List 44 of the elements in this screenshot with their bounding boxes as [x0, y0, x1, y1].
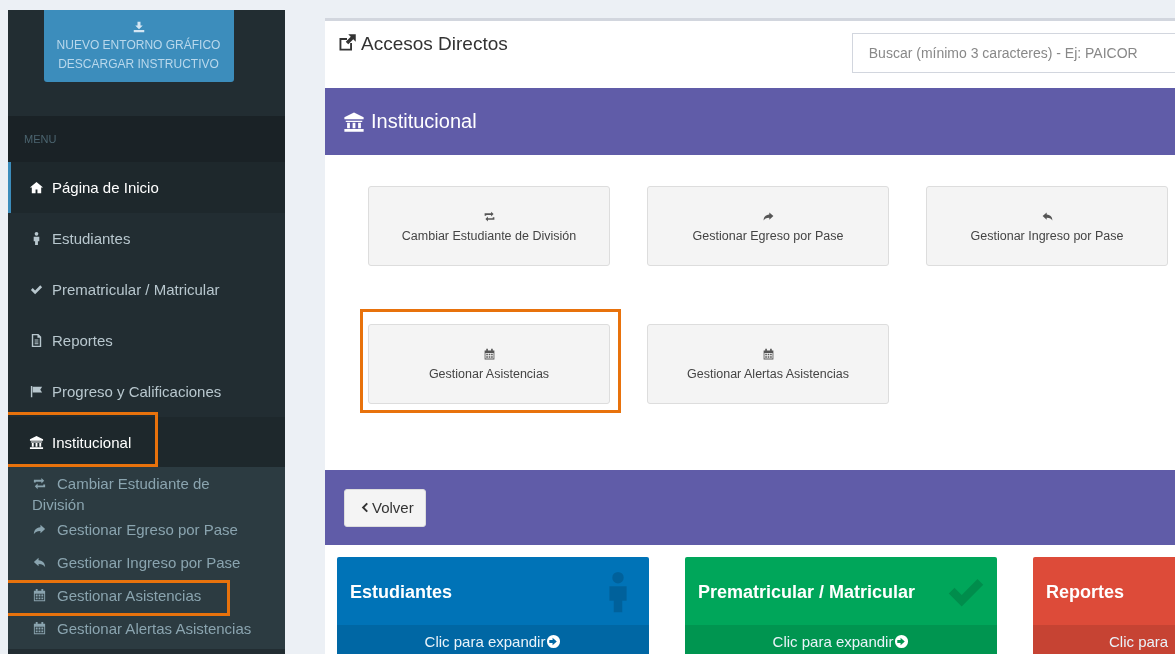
shortcut-tile[interactable]: Cambiar Estudiante de División: [368, 186, 610, 266]
sidebar-item[interactable]: Página de Inicio: [8, 162, 285, 213]
download-icon: [132, 21, 145, 33]
calendar-icon: [32, 621, 47, 636]
card-title: Reportes: [1046, 582, 1125, 603]
search-field[interactable]: Buscar (mínimo 3 caracteres) - Ej: PAICOR: [851, 33, 1175, 73]
submenu-item[interactable]: Gestionar Ingreso por Pase: [8, 550, 285, 583]
calendar-icon: [32, 588, 47, 603]
submenu-item[interactable]: Gestionar Asistencias: [8, 583, 285, 616]
category-card[interactable]: Reportes Clic para: [1033, 557, 1175, 654]
submenu-item[interactable]: Gestionar Alertas Asistencias: [8, 616, 285, 649]
chevron-left-icon: [359, 502, 370, 513]
shortcut-tile[interactable]: Gestionar Asistencias: [368, 324, 610, 404]
shortcut-tile[interactable]: Gestionar Egreso por Pase: [647, 186, 889, 266]
page-title: Accesos Directos: [361, 33, 508, 55]
category-card[interactable]: Prematricular / Matricular Clic para expandir: [685, 557, 997, 654]
swap-arrows-icon: [32, 476, 47, 491]
back-button[interactable]: Volver: [344, 488, 426, 527]
section-title: Institucional: [371, 110, 477, 133]
sidebar-item[interactable]: Reportes: [8, 315, 285, 366]
swap-arrows-icon: [482, 209, 496, 223]
card-footer[interactable]: Clic para: [1033, 625, 1175, 654]
card-footer[interactable]: Clic para expandir: [685, 625, 997, 654]
external-link-icon: [337, 33, 357, 53]
sidebar-item[interactable]: Prematricular / Matricular: [8, 264, 285, 315]
sidebar-item[interactable]: Progreso y Calificaciones: [8, 366, 285, 417]
calendar-icon: [482, 347, 496, 361]
category-card[interactable]: Estudiantes Clic para expandir: [337, 557, 649, 654]
calendar-icon: [761, 347, 775, 361]
bank-icon: [343, 110, 365, 133]
card-title: Estudiantes: [350, 582, 453, 603]
submenu-item[interactable]: Cambiar Estudiante de División: [8, 471, 285, 517]
sidebar-item[interactable]: Institucional: [8, 417, 285, 467]
menu-header: MENU: [24, 133, 57, 145]
card-footer[interactable]: Clic para expandir: [337, 625, 649, 654]
home-icon: [29, 180, 44, 195]
document-icon: [29, 333, 44, 348]
flag-icon: [29, 384, 44, 399]
submenu-item[interactable]: Gestionar Egreso por Pase: [8, 517, 285, 550]
shortcut-tile[interactable]: Gestionar Alertas Asistencias: [647, 324, 889, 404]
card-title: Prematricular / Matricular: [698, 582, 916, 603]
shortcut-tile[interactable]: Gestionar Ingreso por Pase: [926, 186, 1168, 266]
sidebar-item[interactable]: Estudiantes: [8, 213, 285, 264]
bank-icon: [29, 434, 44, 450]
